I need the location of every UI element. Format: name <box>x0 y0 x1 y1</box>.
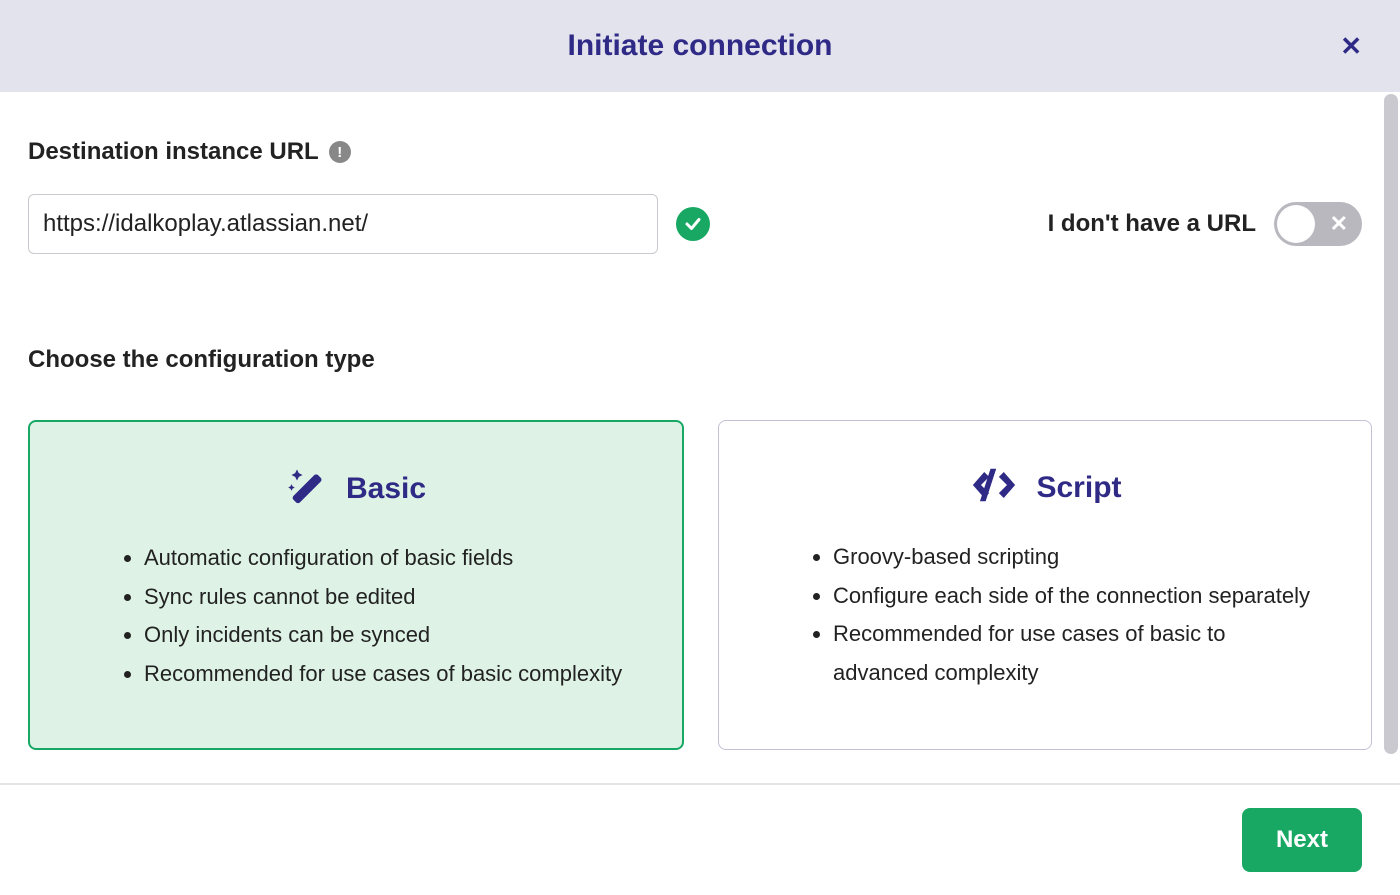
info-icon[interactable]: ! <box>329 141 351 163</box>
config-type-label: Choose the configuration type <box>28 346 1372 374</box>
list-item: Recommended for use cases of basic compl… <box>144 655 632 694</box>
code-icon <box>968 463 1020 512</box>
close-button[interactable]: ✕ <box>1340 33 1362 59</box>
no-url-toggle[interactable]: ✕ <box>1274 202 1362 246</box>
check-icon <box>684 215 702 233</box>
dialog-header: Initiate connection ✕ <box>0 0 1400 92</box>
card-bullets-script: Groovy-based scripting Configure each si… <box>749 538 1341 692</box>
card-title-script: Script <box>1036 471 1121 505</box>
config-card-script[interactable]: Script Groovy-based scripting Configure … <box>718 420 1372 750</box>
list-item: Only incidents can be synced <box>144 616 632 655</box>
toggle-knob <box>1277 205 1315 243</box>
destination-url-label-text: Destination instance URL <box>28 138 319 166</box>
scrollbar[interactable] <box>1384 94 1398 754</box>
no-url-block: I don't have a URL ✕ <box>1048 202 1372 246</box>
list-item: Automatic configuration of basic fields <box>144 539 632 578</box>
no-url-label: I don't have a URL <box>1048 210 1256 238</box>
config-card-basic[interactable]: Basic Automatic configuration of basic f… <box>28 420 684 750</box>
toggle-x-icon: ✕ <box>1330 211 1348 237</box>
list-item: Sync rules cannot be edited <box>144 578 632 617</box>
card-bullets-basic: Automatic configuration of basic fields … <box>60 539 652 693</box>
card-head-basic: Basic <box>60 464 652 513</box>
next-button[interactable]: Next <box>1242 808 1362 872</box>
config-options-row: Basic Automatic configuration of basic f… <box>28 420 1372 750</box>
magic-wand-icon <box>286 464 330 513</box>
destination-url-row: I don't have a URL ✕ <box>28 194 1372 254</box>
url-valid-indicator <box>676 207 710 241</box>
card-head-script: Script <box>749 463 1341 512</box>
dialog-footer: Next <box>0 785 1400 895</box>
destination-url-label: Destination instance URL ! <box>28 138 1372 166</box>
card-title-basic: Basic <box>346 472 426 506</box>
close-icon: ✕ <box>1340 31 1362 61</box>
list-item: Configure each side of the connection se… <box>833 577 1321 616</box>
dialog-content: Destination instance URL ! I don't have … <box>0 92 1400 770</box>
dialog-title: Initiate connection <box>567 29 832 63</box>
destination-url-input[interactable] <box>28 194 658 254</box>
list-item: Groovy-based scripting <box>833 538 1321 577</box>
list-item: Recommended for use cases of basic to ad… <box>833 615 1321 692</box>
